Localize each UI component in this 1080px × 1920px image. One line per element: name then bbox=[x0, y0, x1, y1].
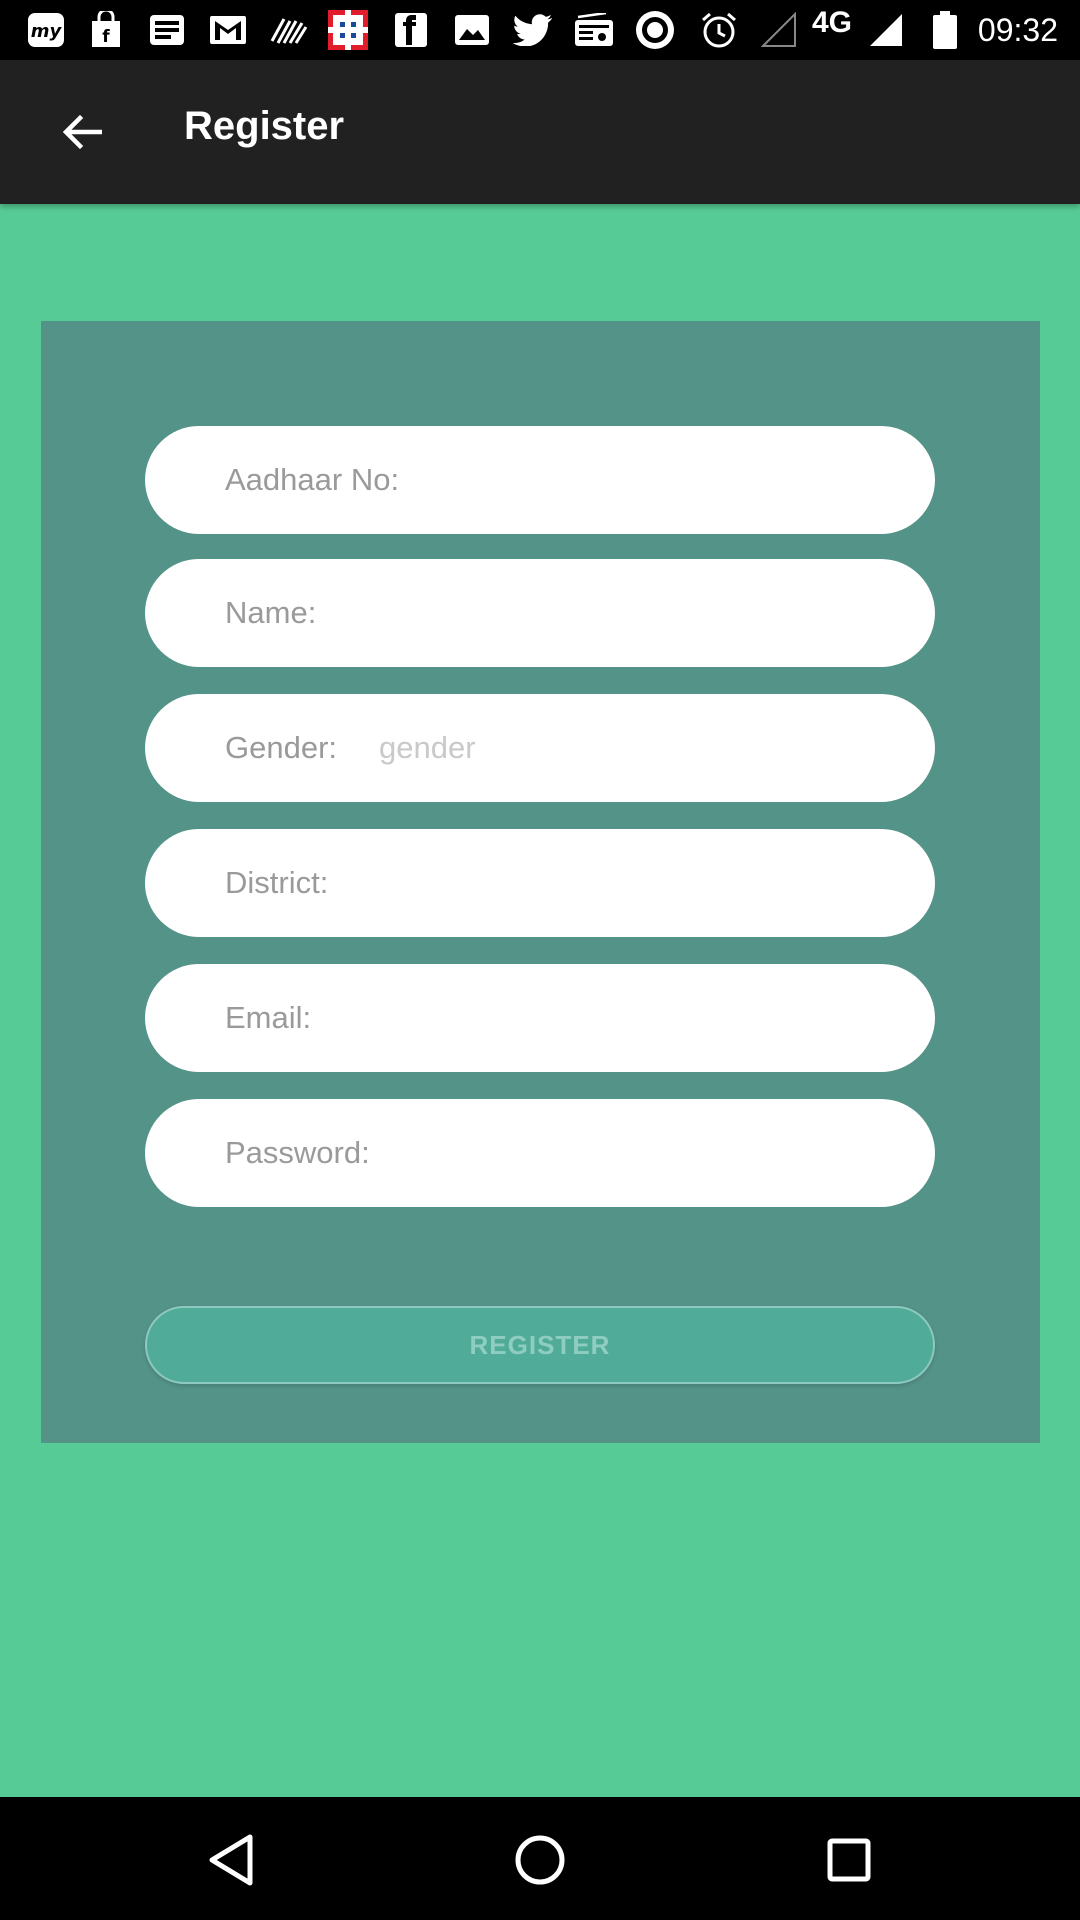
gender-field[interactable]: Gender: bbox=[145, 694, 935, 802]
twitter-icon bbox=[513, 10, 553, 50]
gmail-icon bbox=[208, 10, 248, 50]
radio-icon bbox=[574, 10, 614, 50]
back-arrow-icon bbox=[62, 114, 102, 150]
aadhaar-field[interactable]: Aadhaar No: bbox=[145, 426, 935, 534]
svg-text:f: f bbox=[102, 27, 110, 47]
email-label: Email: bbox=[225, 1000, 312, 1035]
name-input[interactable] bbox=[356, 582, 935, 644]
flipkart-icon bbox=[391, 10, 431, 50]
email-field[interactable]: Email: bbox=[145, 964, 935, 1072]
svg-text:my: my bbox=[31, 21, 63, 42]
circle-home-icon bbox=[515, 1835, 565, 1885]
network-type: 4G bbox=[812, 6, 853, 39]
nav-recents-button[interactable] bbox=[814, 1825, 884, 1895]
myntra-icon: my bbox=[26, 10, 66, 50]
district-input[interactable] bbox=[368, 852, 935, 914]
image-icon bbox=[452, 10, 492, 50]
page-title: Register bbox=[184, 104, 345, 148]
wave-icon bbox=[269, 10, 309, 50]
gender-input[interactable] bbox=[377, 717, 935, 779]
battery-icon bbox=[925, 10, 965, 50]
district-label: District: bbox=[225, 865, 329, 900]
nav-home-button[interactable] bbox=[505, 1825, 575, 1895]
name-label: Name: bbox=[225, 595, 317, 630]
signal-full-icon bbox=[866, 10, 906, 50]
news-icon bbox=[147, 10, 187, 50]
square-recents-icon bbox=[827, 1838, 871, 1882]
shopping-bag-icon: f bbox=[86, 10, 126, 50]
password-field[interactable]: Password: bbox=[145, 1099, 935, 1207]
aadhaar-input[interactable] bbox=[439, 449, 935, 511]
hdfc-icon bbox=[328, 10, 368, 50]
triangle-back-icon bbox=[209, 1834, 253, 1886]
back-button[interactable] bbox=[44, 98, 120, 166]
name-field[interactable]: Name: bbox=[145, 559, 935, 667]
aadhaar-label: Aadhaar No: bbox=[225, 462, 400, 497]
nav-back-button[interactable] bbox=[196, 1825, 266, 1895]
email-input[interactable] bbox=[351, 987, 935, 1049]
alarm-icon bbox=[699, 10, 739, 50]
district-field[interactable]: District: bbox=[145, 829, 935, 937]
record-icon bbox=[635, 10, 675, 50]
password-label: Password: bbox=[225, 1135, 370, 1170]
gender-label: Gender: bbox=[225, 730, 338, 765]
register-button[interactable]: REGISTER bbox=[145, 1306, 935, 1384]
signal-empty-icon bbox=[759, 10, 799, 50]
register-form-card: Aadhaar No: Name: Gender: District: Emai… bbox=[41, 321, 1040, 1443]
navigation-bar bbox=[0, 1797, 1080, 1920]
password-input[interactable] bbox=[409, 1122, 935, 1184]
app-bar: Register bbox=[0, 60, 1080, 204]
clock: 09:32 bbox=[977, 12, 1058, 48]
status-bar: my f 4G 09:32 bbox=[0, 0, 1080, 60]
